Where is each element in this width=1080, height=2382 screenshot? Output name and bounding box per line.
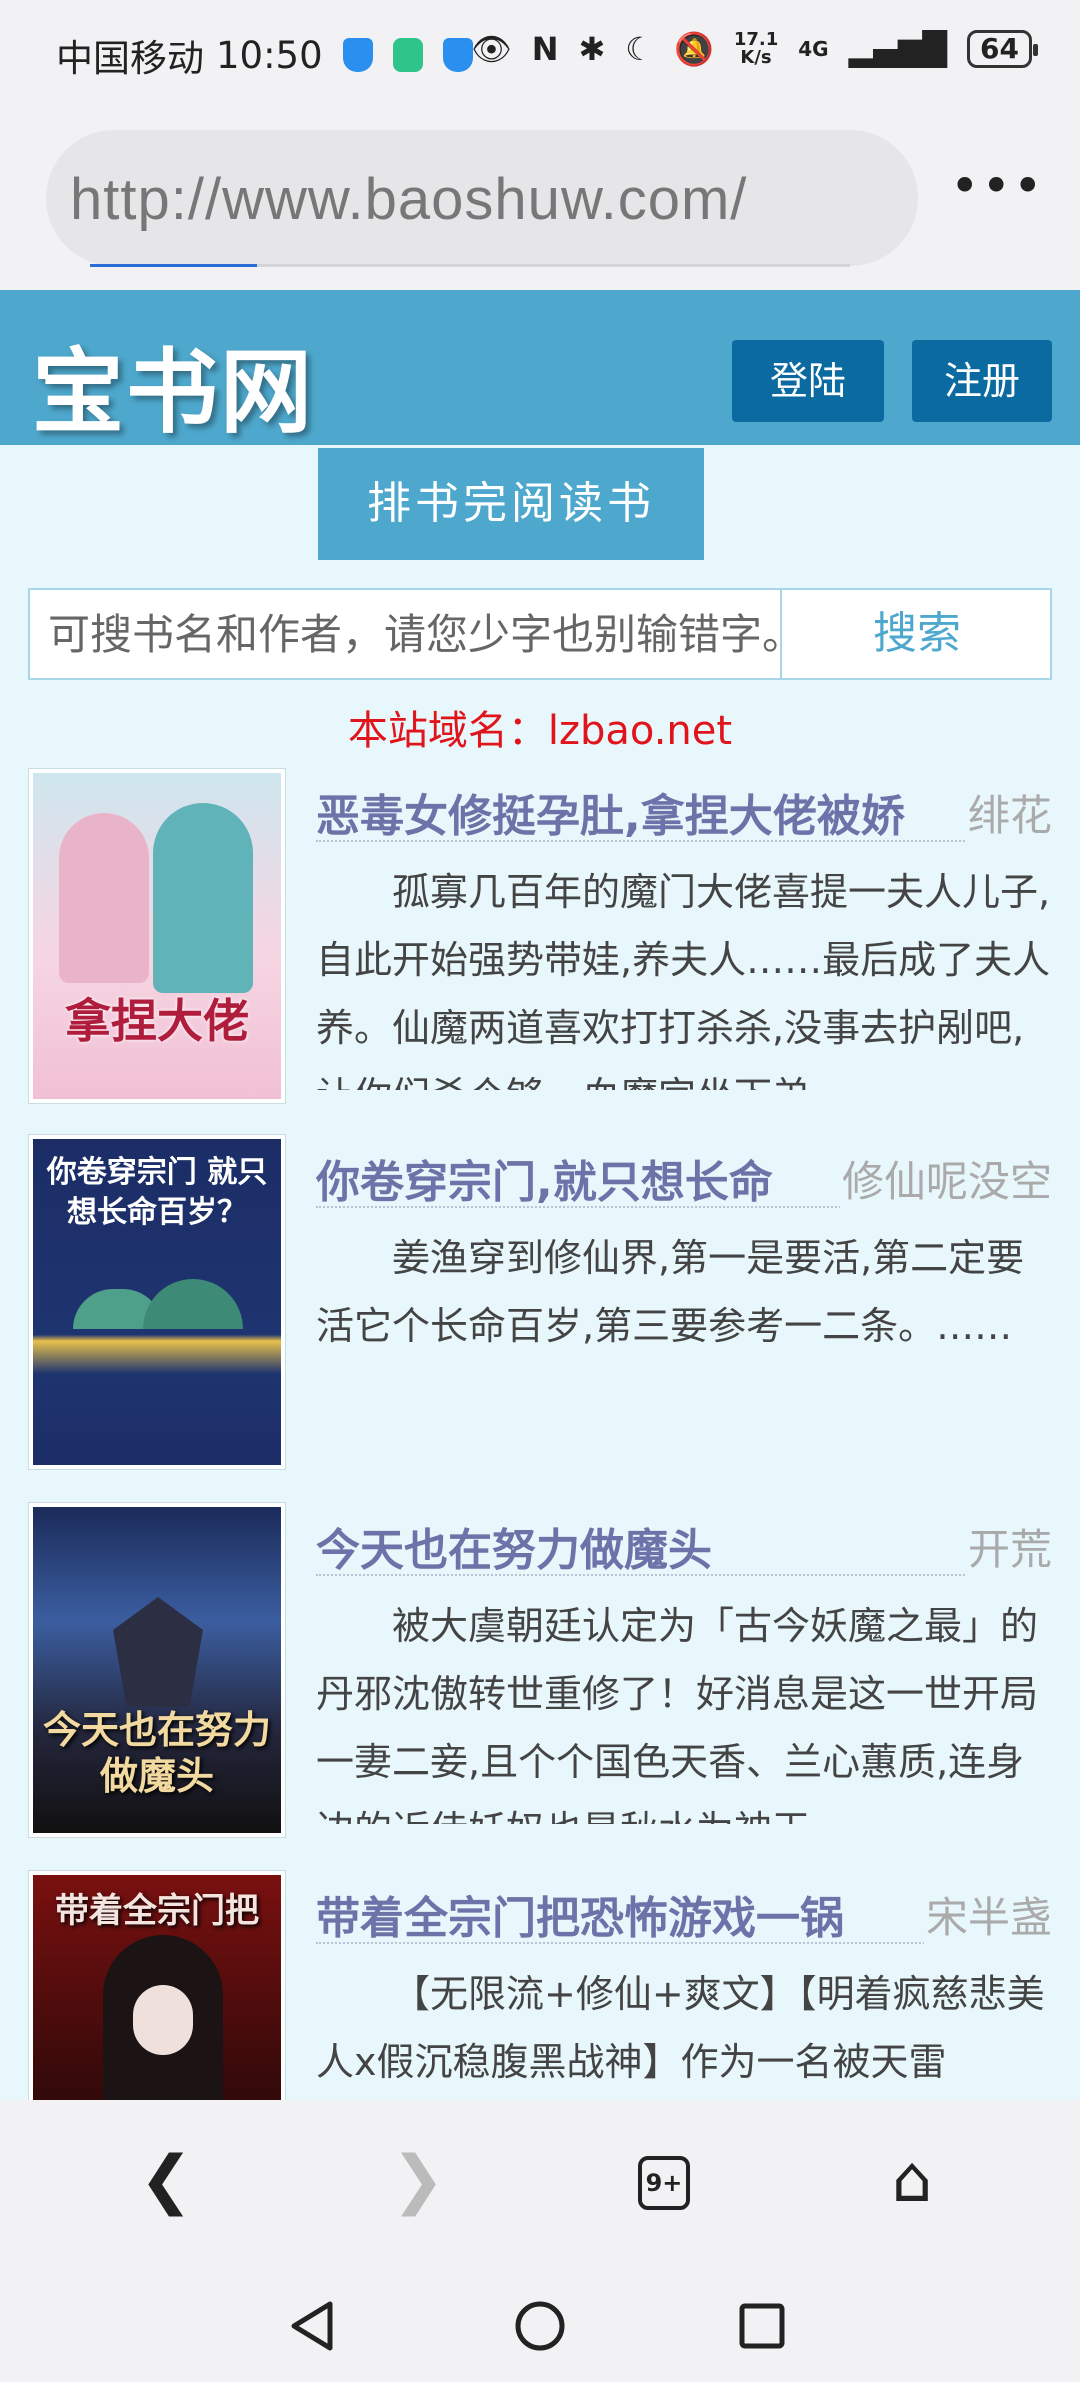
clock: 10:50 <box>216 33 323 77</box>
book-description: 被大虞朝廷认定为「古今妖魔之最」的丹邪沈傲转世重修了！好消息是这一世开局一妻二妾… <box>316 1604 1039 1824</box>
book-cover[interactable]: 你卷穿宗门 就只想长命百岁？ <box>28 1134 286 1470</box>
book-title-row: 你卷穿宗门,就只想长命 修仙呢没空 <box>316 1142 1052 1210</box>
book-cover[interactable]: 拿捏大佬 <box>28 768 286 1104</box>
status-bar: 中国移动 10:50 👁 N ✱ ☾ 🔕 17.1 K/s 4G ▂▄▆█ 64 <box>0 0 1080 110</box>
login-button[interactable]: 登陆 <box>732 340 884 422</box>
url-text[interactable]: http://www.baoshuw.com/ <box>70 166 747 233</box>
eye-icon: 👁 <box>471 30 512 68</box>
system-home-icon[interactable] <box>500 2286 580 2366</box>
book-title-row: 带着全宗门把恐怖游戏一锅 宋半盏 <box>316 1878 1052 1946</box>
network-type: 4G <box>798 37 829 61</box>
bluetooth-icon: ✱ <box>578 30 606 68</box>
book-cover[interactable]: 今天也在努力做魔头 <box>28 1502 286 1838</box>
moon-icon: ☾ <box>625 30 654 68</box>
book-description: 【无限流+修仙+爽文】【明着疯慈悲美人x假沉稳腹黑战神】作为一名被天雷 <box>316 1972 1045 2084</box>
book-title[interactable]: 你卷穿宗门,就只想长命 <box>316 1146 773 1210</box>
book-item[interactable]: 今天也在努力做魔头 今天也在努力做魔头 开荒 被大虞朝廷认定为「古今妖魔之最」的… <box>28 1502 1052 1838</box>
cover-title: 带着全宗门把 <box>55 1891 259 1931</box>
register-button[interactable]: 注册 <box>912 340 1052 422</box>
shield-icon <box>342 38 373 72</box>
book-cover[interactable]: 带着全宗门把 <box>28 1870 286 2100</box>
shield-icon <box>442 38 473 72</box>
book-author[interactable]: 绯花 <box>965 782 1052 843</box>
signal-icon: ▂▄▆█ <box>848 30 948 68</box>
battery-indicator: 64 <box>967 30 1038 68</box>
book-author[interactable]: 修仙呢没空 <box>839 1148 1052 1209</box>
network-speed: 17.1 K/s <box>733 29 779 68</box>
address-bar[interactable]: http://www.baoshuw.com/ <box>46 130 918 266</box>
domain-notice: 本站域名：lzbao.net <box>347 708 733 754</box>
book-author[interactable]: 宋半盏 <box>923 1884 1052 1945</box>
search-button[interactable]: 搜索 <box>782 590 1052 678</box>
back-icon[interactable]: ❮ <box>126 2140 206 2220</box>
book-title-row: 今天也在努力做魔头 开荒 <box>316 1510 1052 1578</box>
system-recents-icon[interactable] <box>722 2286 802 2366</box>
forward-icon[interactable]: ❯ <box>378 2140 458 2220</box>
book-item[interactable]: 拿捏大佬 恶毒女修挺孕肚,拿捏大佬被娇 绯花 孤寡几百年的魔门大佬喜提一夫人儿子… <box>28 768 1052 1104</box>
book-item[interactable]: 你卷穿宗门 就只想长命百岁？ 你卷穿宗门,就只想长命 修仙呢没空 姜渔穿到修仙界… <box>28 1134 1052 1470</box>
more-dots-icon[interactable]: ••• <box>950 161 1042 216</box>
book-title[interactable]: 今天也在努力做魔头 <box>316 1514 712 1578</box>
nfc-icon: N <box>531 30 559 68</box>
system-nav-bar <box>0 2266 1080 2382</box>
progress-fill <box>90 264 258 267</box>
cover-title: 拿捏大佬 <box>65 994 249 1048</box>
book-title[interactable]: 带着全宗门把恐怖游戏一锅 <box>316 1882 844 1946</box>
cover-title: 你卷穿宗门 就只想长命百岁？ <box>46 1155 268 1230</box>
book-title-row: 恶毒女修挺孕肚,拿捏大佬被娇 绯花 <box>316 776 1052 844</box>
book-description: 姜渔穿到修仙界,第一是要活,第二定要活它个长命百岁,第三要参考一二条。…… <box>316 1236 1025 1348</box>
home-icon[interactable]: ⌂ <box>872 2140 952 2220</box>
site-logo[interactable]: 宝书网 <box>32 318 314 451</box>
book-author[interactable]: 开荒 <box>965 1516 1052 1577</box>
security-app-icon <box>392 38 423 72</box>
system-back-icon[interactable] <box>272 2286 352 2366</box>
site-header: 宝书网 登陆 注册 <box>0 290 1080 446</box>
nav-tab-paishu[interactable]: 排书完阅读书 <box>318 448 704 560</box>
tabs-icon[interactable]: 9+ <box>638 2156 690 2210</box>
search-input[interactable] <box>30 590 782 678</box>
carrier-label: 中国移动 <box>56 37 204 80</box>
search-form: 搜索 <box>28 588 1052 680</box>
web-page: 宝书网 登陆 注册 排书完阅读书 搜索 本站域名：lzbao.net 拿捏大佬 … <box>0 290 1080 2100</box>
page-load-progress <box>90 264 850 267</box>
browser-bottom-nav: ❮ ❯ ⌂ <box>0 2100 1080 2266</box>
mute-icon: 🔕 <box>673 30 714 68</box>
book-title[interactable]: 恶毒女修挺孕肚,拿捏大佬被娇 <box>316 780 905 844</box>
book-description: 孤寡几百年的魔门大佬喜提一夫人儿子,自此开始强势带娃,养夫人……最后成了夫人养。… <box>316 870 1051 1090</box>
book-item[interactable]: 带着全宗门把 带着全宗门把恐怖游戏一锅 宋半盏 【无限流+修仙+爽文】【明着疯慈… <box>28 1870 1052 2100</box>
cover-title: 今天也在努力做魔头 <box>43 1708 272 1798</box>
